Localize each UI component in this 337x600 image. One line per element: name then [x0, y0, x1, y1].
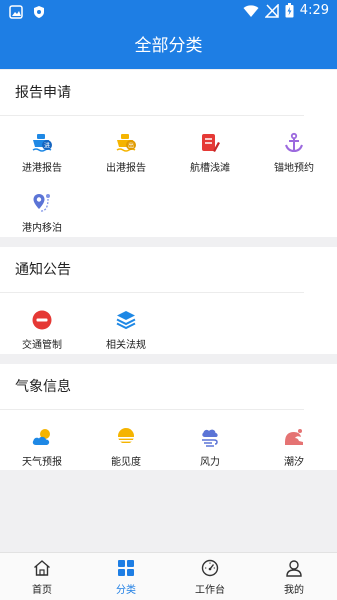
category-item-wind[interactable]: 风力 [168, 418, 252, 478]
wifi-icon [243, 4, 259, 17]
nav-label: 首页 [32, 585, 52, 596]
shield-icon [34, 6, 44, 18]
status-time: 4:29 [299, 3, 329, 18]
ship-out-icon: 出 [116, 134, 136, 152]
cloud-sun-icon [32, 429, 50, 445]
nav-label: 我的 [284, 585, 304, 596]
nav-item-profile[interactable]: 我的 [252, 553, 336, 600]
no-entry-icon [32, 310, 52, 330]
category-label: 锚地预约 [274, 163, 314, 174]
battery-icon [285, 3, 294, 18]
status-bar: 4:29 [0, 0, 337, 24]
anchor-icon [285, 132, 303, 153]
section-report-application: 报告申请 进 进港报告 出 出港报告 航槽浅滩 锚地预约 港内移泊 [0, 70, 337, 237]
ship-in-icon: 进 [32, 134, 52, 152]
category-label: 进港报告 [22, 163, 62, 174]
svg-text:出: 出 [128, 142, 134, 150]
category-item-outbound-report[interactable]: 出 出港报告 [84, 124, 168, 184]
nav-item-home[interactable]: 首页 [0, 553, 84, 600]
category-label: 港内移泊 [22, 223, 62, 234]
category-item-visibility[interactable]: 能见度 [84, 418, 168, 478]
category-item-tide[interactable]: 潮汐 [252, 418, 336, 478]
category-item-traffic-control[interactable]: 交通管制 [0, 301, 84, 361]
cloud-wind-icon [202, 429, 218, 447]
tide-icon [285, 429, 303, 445]
gallery-icon [9, 5, 23, 19]
category-item-berth-shift[interactable]: 港内移泊 [0, 184, 84, 244]
section-notices: 通知公告 交通管制 相关法规 [0, 247, 337, 354]
layers-icon [116, 311, 136, 330]
section-weather: 气象信息 天气预报 能见度 风力 潮汐 [0, 364, 337, 470]
category-label: 相关法规 [106, 340, 146, 351]
category-label: 航槽浅滩 [190, 163, 230, 174]
grid-icon [118, 560, 134, 576]
section-title: 通知公告 [0, 247, 304, 293]
location-route-icon [33, 194, 50, 212]
category-item-inbound-report[interactable]: 进 进港报告 [0, 124, 84, 184]
section-title: 气象信息 [0, 364, 304, 410]
category-item-channel-shoal[interactable]: 航槽浅滩 [168, 124, 252, 184]
page-title: 全部分类 [134, 36, 203, 56]
category-label: 潮汐 [284, 457, 304, 468]
category-label: 交通管制 [22, 340, 62, 351]
no-signal-icon [264, 3, 279, 18]
category-item-anchorage-booking[interactable]: 锚地预约 [252, 124, 336, 184]
dashboard-icon [201, 559, 219, 577]
nav-label: 分类 [116, 585, 136, 596]
category-label: 风力 [200, 457, 220, 468]
home-icon [34, 560, 50, 576]
user-icon [286, 560, 302, 577]
category-label: 出港报告 [106, 163, 146, 174]
category-item-regulations[interactable]: 相关法规 [84, 301, 168, 361]
category-item-weather-forecast[interactable]: 天气预报 [0, 418, 84, 478]
app-bar: 全部分类 [0, 24, 337, 69]
svg-text:进: 进 [44, 142, 50, 150]
category-label: 天气预报 [22, 457, 62, 468]
nav-item-categories[interactable]: 分类 [84, 553, 168, 600]
section-title: 报告申请 [0, 70, 304, 116]
sun-fog-icon [117, 428, 135, 445]
bottom-navigation: 首页 分类 工作台 我的 [0, 552, 337, 600]
category-label: 能见度 [111, 457, 141, 468]
nav-label: 工作台 [195, 585, 225, 596]
nav-item-workbench[interactable]: 工作台 [168, 553, 252, 600]
document-edit-icon [202, 134, 220, 152]
